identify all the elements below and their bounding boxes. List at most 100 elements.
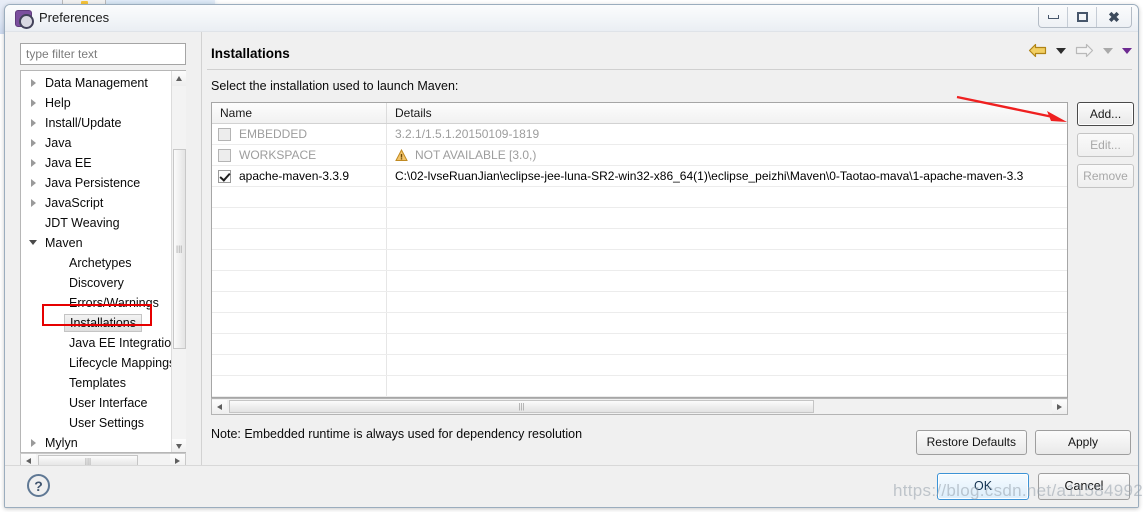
- view-menu-icon[interactable]: [1122, 47, 1132, 54]
- sidebar-item-java-ee[interactable]: Java EE: [21, 153, 173, 173]
- dialog-body: type filter text Data Management Help In…: [5, 32, 1138, 469]
- sidebar-vertical-scrollbar[interactable]: [171, 71, 186, 452]
- minimize-icon[interactable]: [1039, 7, 1068, 27]
- table-empty-row: [212, 355, 1067, 376]
- sidebar-item-label: Help: [45, 96, 71, 110]
- sidebar-item-user-interface[interactable]: User Interface: [21, 393, 173, 413]
- sidebar-item-templates[interactable]: Templates: [21, 373, 173, 393]
- apply-button[interactable]: Apply: [1035, 430, 1131, 455]
- sidebar-item-help[interactable]: Help: [21, 93, 173, 113]
- sidebar-item-label: Installations: [64, 314, 143, 332]
- chevron-right-icon: [31, 79, 36, 87]
- sidebar-item-installations[interactable]: Installations: [21, 313, 173, 333]
- table-hscroll-thumb[interactable]: [229, 400, 814, 413]
- row-checkbox[interactable]: [218, 127, 231, 141]
- forward-arrow-icon: [1075, 43, 1094, 58]
- chevron-right-icon: [31, 99, 36, 107]
- restore-defaults-button[interactable]: Restore Defaults: [915, 430, 1027, 455]
- row-checkbox[interactable]: [218, 148, 231, 162]
- sidebar-item-lifecycle-mappings[interactable]: Lifecycle Mappings: [21, 353, 176, 373]
- sidebar-item-label: JDT Weaving: [45, 216, 120, 230]
- sidebar-item-mylyn[interactable]: Mylyn: [21, 433, 173, 452]
- chevron-right-icon: [31, 179, 36, 187]
- sidebar-item-jdt-weaving[interactable]: JDT Weaving: [21, 213, 173, 233]
- sidebar-item-install-update[interactable]: Install/Update: [21, 113, 173, 133]
- back-arrow-icon[interactable]: [1028, 43, 1047, 58]
- warning-icon: [395, 148, 408, 162]
- sidebar-item-java[interactable]: Java: [21, 133, 173, 153]
- sidebar-item-label: Discovery: [69, 276, 124, 290]
- sidebar-item-label: JavaScript: [45, 196, 104, 210]
- sidebar-item-archetypes[interactable]: Archetypes: [21, 253, 173, 273]
- table-empty-row: [212, 334, 1067, 355]
- table-empty-row: [212, 229, 1067, 250]
- sidebar-item-label: Maven: [45, 236, 83, 250]
- page-action-buttons: Restore Defaults Apply: [915, 430, 1131, 455]
- chevron-right-icon: [31, 119, 36, 127]
- preferences-gear-icon: [15, 10, 34, 29]
- chevron-right-icon: [31, 199, 36, 207]
- table-row[interactable]: EMBEDDED 3.2.1/1.5.1.20150109-1819: [212, 124, 1067, 145]
- sidebar-item-label: Errors/Warnings: [69, 296, 159, 310]
- sidebar-item-label: Lifecycle Mappings: [69, 356, 176, 370]
- sidebar-item-data-management[interactable]: Data Management: [21, 73, 173, 93]
- row-name-cell: apache-maven-3.3.9: [212, 166, 387, 186]
- table-empty-row: [212, 376, 1067, 397]
- preferences-tree: Data Management Help Install/Update Java: [20, 70, 186, 453]
- scroll-up-icon[interactable]: [172, 71, 186, 86]
- preferences-content-pane: Installations Select the installation us…: [201, 32, 1138, 467]
- close-icon[interactable]: ✖: [1097, 7, 1131, 27]
- scroll-right-icon[interactable]: [1052, 399, 1067, 414]
- chevron-down-icon: [29, 240, 37, 249]
- sidebar-item-label: Mylyn: [45, 436, 78, 450]
- table-side-buttons: Add... Edit... Remove: [1077, 102, 1135, 195]
- table-horizontal-scrollbar[interactable]: [211, 398, 1068, 415]
- row-name-label: WORKSPACE: [239, 148, 317, 162]
- back-dropdown-icon[interactable]: [1056, 47, 1066, 54]
- table-row[interactable]: apache-maven-3.3.9 C:\02-lvseRuanJian\ec…: [212, 166, 1067, 187]
- row-name-label: EMBEDDED: [239, 127, 308, 141]
- title-divider: [207, 69, 1132, 70]
- sidebar-item-label: User Interface: [69, 396, 148, 410]
- scroll-down-icon[interactable]: [172, 439, 186, 452]
- cancel-button[interactable]: Cancel: [1038, 473, 1130, 500]
- sidebar-item-java-persistence[interactable]: Java Persistence: [21, 173, 173, 193]
- window-controls: ✖: [1038, 7, 1132, 28]
- ok-button[interactable]: OK: [937, 473, 1029, 500]
- forward-dropdown-icon: [1103, 47, 1113, 54]
- table-hscroll-track[interactable]: [816, 400, 1052, 414]
- instruction-text: Select the installation used to launch M…: [211, 79, 459, 93]
- dialog-footer: ? OK Cancel: [5, 465, 1138, 507]
- add-button[interactable]: Add...: [1077, 102, 1134, 126]
- chevron-right-icon: [31, 159, 36, 167]
- table-header-row: Name Details: [212, 103, 1067, 124]
- sidebar-item-label: Java Persistence: [45, 176, 141, 190]
- sidebar-item-user-settings[interactable]: User Settings: [21, 413, 173, 433]
- sidebar-item-javascript[interactable]: JavaScript: [21, 193, 173, 213]
- maximize-icon[interactable]: [1068, 7, 1097, 27]
- row-name-label: apache-maven-3.3.9: [239, 169, 350, 183]
- filter-input[interactable]: type filter text: [20, 43, 186, 65]
- row-details-cell: C:\02-lvseRuanJian\eclipse-jee-luna-SR2-…: [395, 169, 1024, 183]
- chevron-right-icon: [31, 439, 36, 447]
- row-name-cell: WORKSPACE: [212, 145, 387, 165]
- column-header-details[interactable]: Details: [387, 103, 1067, 123]
- row-name-cell: EMBEDDED: [212, 124, 387, 144]
- column-header-name[interactable]: Name: [212, 103, 387, 123]
- help-question-icon[interactable]: ?: [27, 474, 50, 497]
- scroll-left-icon[interactable]: [212, 399, 227, 414]
- sidebar-item-label: User Settings: [69, 416, 145, 430]
- sidebar-item-java-ee-integration[interactable]: Java EE Integration: [21, 333, 178, 353]
- sidebar-item-label: Install/Update: [45, 116, 122, 130]
- sidebar-scroll-thumb[interactable]: [173, 149, 186, 349]
- row-checkbox[interactable]: [218, 169, 231, 183]
- preferences-dialog: Preferences ✖ type filter text Data Mana…: [4, 4, 1139, 508]
- sidebar-item-label: Data Management: [45, 76, 148, 90]
- sidebar-item-maven[interactable]: Maven: [21, 233, 173, 253]
- sidebar-item-errors-warnings[interactable]: Errors/Warnings: [21, 293, 173, 313]
- row-details-cell: 3.2.1/1.5.1.20150109-1819: [395, 127, 540, 141]
- sidebar-item-label: Templates: [69, 376, 126, 390]
- chevron-right-icon: [31, 139, 36, 147]
- table-row[interactable]: WORKSPACE NOT AVAILABLE [3.0,): [212, 145, 1067, 166]
- sidebar-item-discovery[interactable]: Discovery: [21, 273, 173, 293]
